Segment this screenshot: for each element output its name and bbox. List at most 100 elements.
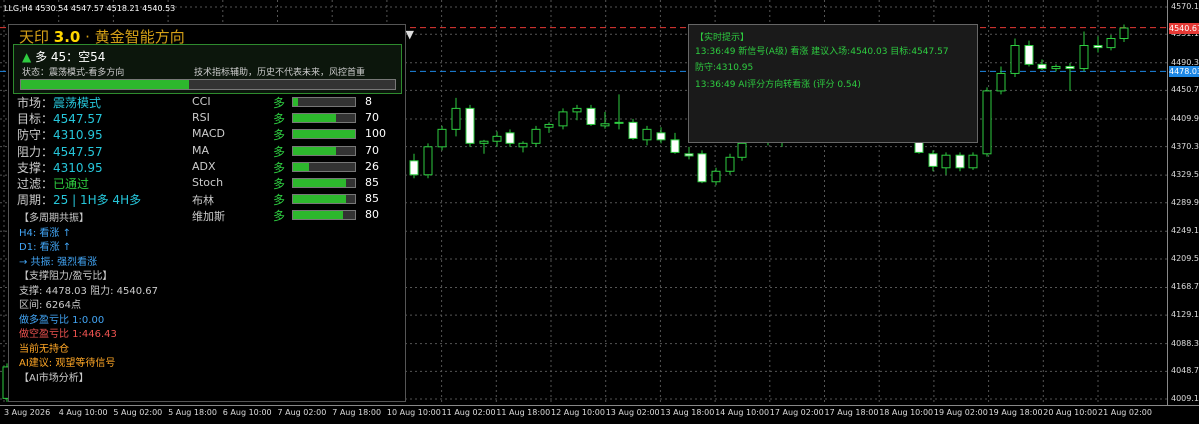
chart-area[interactable]: LLG,H4 4530.54 4547.57 4518.21 4540.53 收… (0, 0, 1167, 405)
info-row: 目标：4547.57 (17, 110, 103, 127)
candle-body (465, 107, 475, 144)
disclaimer-text: 技术指标辅助，历史不代表未来，风控首重 (194, 68, 366, 78)
info-row: 市场：震荡模式 (17, 94, 101, 111)
price-tick-label: 4329.50 (1171, 170, 1199, 180)
candle (572, 104, 582, 121)
time-tick-label: 7 Aug 18:00 (332, 408, 382, 417)
indicator-name: RSI (192, 111, 210, 125)
candle (614, 94, 624, 130)
candle (465, 104, 475, 147)
panel-row: 过滤：已通过 Stoch 多 85 (17, 175, 397, 191)
score-text: 多 45：空54 (35, 50, 106, 64)
candle (1093, 36, 1103, 53)
analysis-line: 做空盈亏比 1:446.43 (19, 329, 117, 340)
panel-row: 目标：4547.57 RSI 多 70 (17, 110, 397, 126)
candle-body (670, 139, 680, 153)
candle (684, 146, 694, 160)
candle (711, 167, 721, 186)
info-value: 4310.95 (53, 160, 103, 175)
alert-line: 13:36:49 新信号(A级) 看涨 建议入场:4540.03 目标:4547… (695, 47, 949, 57)
indicator-name: CCI (192, 95, 211, 108)
candle-body (1093, 45, 1103, 49)
time-tick-label: 7 Aug 02:00 (277, 408, 327, 417)
info-value: 4547.57 (53, 112, 103, 127)
score-progress-bar (20, 79, 396, 90)
candle (656, 127, 666, 144)
info-value: 已通过 (53, 177, 90, 191)
time-tick-label: 6 Aug 10:00 (222, 408, 272, 417)
indicator-name: MA (192, 143, 210, 157)
analysis-line: 【多周期共振】 (19, 213, 89, 224)
info-label: 市场： (17, 96, 54, 110)
price-level-tag: 4540.67 (1169, 22, 1199, 34)
info-row: 过滤：已通过 (17, 175, 89, 192)
candle (600, 111, 610, 129)
candle (670, 132, 680, 154)
indicator-bar (292, 210, 356, 221)
candle (505, 129, 515, 147)
panel-row: 市场：震荡模式 CCI 多 8 (17, 94, 397, 110)
price-axis[interactable]: 4570.104531.104490.304450.704409.904370.… (1167, 0, 1199, 405)
info-row: 周期：25 | 1H多 4H多 (17, 191, 141, 208)
candle-body (1010, 45, 1020, 74)
candle-body (642, 128, 652, 141)
price-tick-label: 4088.30 (1171, 338, 1199, 348)
candle-body (518, 142, 528, 148)
time-tick-label: 12 Aug 10:00 (551, 408, 605, 417)
info-label: 防守： (17, 128, 54, 143)
indicator-value: 85 (365, 192, 379, 206)
alert-title: 【实时提示】 (695, 33, 750, 43)
info-value: 25 | 1H多 4H多 (53, 193, 142, 208)
price-tick-label: 4048.70 (1171, 366, 1199, 376)
candle-body (955, 154, 965, 169)
price-tick-label: 4409.90 (1171, 113, 1199, 123)
analysis-line: 做多盈亏比 1:0.00 (19, 314, 105, 326)
time-tick-label: 17 Aug 02:00 (769, 408, 824, 417)
candle (697, 150, 707, 184)
status-text: 状态：震荡模式-看多方向 (22, 68, 125, 78)
candle-body (1065, 65, 1075, 70)
candle (531, 125, 541, 147)
info-value: 震荡模式 (53, 96, 102, 110)
indicator-bar (292, 178, 356, 188)
indicator-panel: 天印 3.0 · 黄金智能方向 ▲ 多 45：空54 状态：震荡模式-看多方向 … (8, 24, 406, 402)
time-tick-label: 11 Aug 18:00 (496, 408, 551, 417)
candle-body (409, 160, 419, 176)
price-tick-label: 4009.10 (1171, 394, 1199, 403)
info-label: 目标： (17, 112, 54, 127)
indicator-direction: 多 (273, 209, 286, 224)
analysis-line: 当前无持仓 (19, 343, 69, 355)
candle-body (1024, 45, 1034, 65)
candle (586, 104, 596, 126)
time-tick-label: 5 Aug 02:00 (113, 408, 163, 417)
price-tick-label: 4289.90 (1171, 197, 1199, 207)
candle-body (1037, 63, 1047, 70)
candle-body (437, 128, 447, 148)
candle (518, 141, 528, 153)
candle (1024, 40, 1034, 67)
candle-body (656, 132, 666, 141)
price-tick-label: 4370.30 (1171, 141, 1199, 151)
time-tick-label: 19 Aug 18:00 (988, 408, 1043, 417)
indicator-direction: 多 (273, 112, 286, 127)
time-tick-label: 19 Aug 02:00 (933, 408, 988, 417)
candle (941, 152, 951, 175)
candle (409, 153, 419, 179)
alert-box: 【实时提示】 13:36:49 新信号(A级) 看涨 建议入场:4540.03 … (688, 24, 978, 143)
up-triangle-icon: ▲ (22, 50, 32, 64)
indicator-value: 26 (365, 159, 379, 173)
info-label: 支撑： (17, 160, 54, 175)
candle-body (423, 146, 433, 176)
candle (725, 153, 735, 175)
candle-body (451, 107, 461, 130)
analysis-line: 【AI市场分析】 (19, 372, 89, 384)
indicator-value: 8 (365, 95, 372, 108)
candle-body (558, 111, 568, 127)
candle-body (928, 153, 938, 167)
price-tick-label: 4450.70 (1171, 85, 1199, 95)
indicator-value: 70 (365, 143, 379, 157)
candle (1079, 31, 1089, 72)
candle-body (996, 72, 1006, 92)
time-axis[interactable]: 3 Aug 2026 4 Aug 10:00 5 Aug 02:00 5 Aug 18… (0, 405, 1199, 424)
candle (628, 118, 638, 140)
